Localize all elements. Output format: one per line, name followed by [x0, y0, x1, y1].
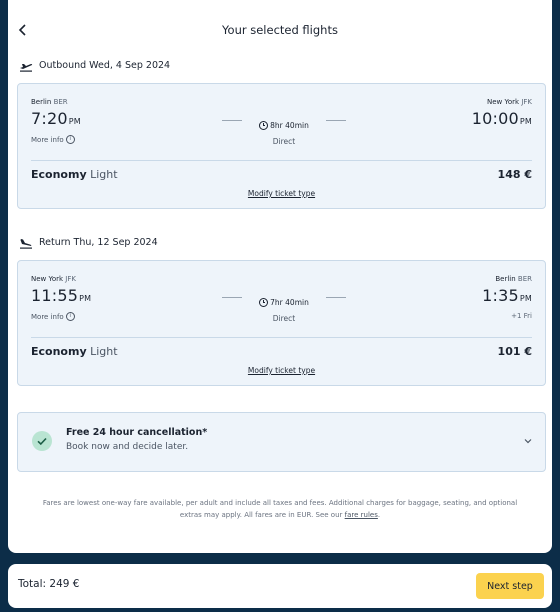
departure-time: 11:55PM	[31, 286, 92, 305]
header: Your selected flights	[8, 18, 552, 42]
duration-line-left	[222, 120, 242, 121]
total-price: Total: 249 €	[18, 578, 80, 590]
fare-price: 148 €	[497, 168, 532, 181]
next-step-button[interactable]: Next step	[476, 573, 544, 599]
duration-line-right	[326, 120, 346, 121]
plane-takeoff-icon	[19, 60, 33, 72]
duration-text: 7hr 40min	[270, 298, 309, 307]
cancellation-title: Free 24 hour cancellation*	[66, 427, 208, 438]
chevron-down-icon[interactable]	[521, 433, 535, 447]
arrival-time: 10:00PM	[471, 109, 532, 128]
outbound-label: Outbound Wed, 4 Sep 2024	[19, 58, 170, 74]
return-flight-card: New York JFK Berlin BER 11:55PM 1:35PM M…	[17, 260, 546, 386]
flight-duration: 7hr 40min Direct	[222, 292, 346, 323]
dest-city: Berlin BER	[495, 275, 532, 283]
return-label-text: Return Thu, 12 Sep 2024	[39, 237, 158, 248]
outbound-label-text: Outbound Wed, 4 Sep 2024	[39, 60, 171, 71]
cancellation-accordion[interactable]: Free 24 hour cancellation* Book now and …	[17, 412, 546, 472]
return-label: Return Thu, 12 Sep 2024	[19, 235, 158, 251]
dest-city: New York JFK	[487, 98, 532, 106]
modify-ticket-link[interactable]: Modify ticket type	[18, 366, 545, 375]
arrival-time: 1:35PM	[482, 286, 532, 305]
cancellation-subtitle: Book now and decide later.	[66, 442, 189, 452]
duration-text: 8hr 40min	[270, 121, 309, 130]
clock-icon	[259, 298, 269, 307]
more-info-link[interactable]: More info i	[31, 135, 75, 144]
fare-class: Economy Light	[31, 168, 118, 181]
divider	[31, 337, 532, 338]
page-title: Your selected flights	[222, 23, 338, 37]
plane-landing-icon	[19, 237, 33, 249]
departure-time: 7:20PM	[31, 109, 81, 128]
info-icon: i	[65, 135, 75, 144]
fare-class: Economy Light	[31, 345, 118, 358]
duration-line-right	[326, 297, 346, 298]
check-icon	[32, 431, 52, 451]
footer-bar: Total: 249 € Next step	[8, 564, 552, 608]
fare-rules-link[interactable]: fare rules	[345, 511, 378, 519]
stops-text: Direct	[272, 137, 296, 146]
flights-card: Your selected flights Outbound Wed, 4 Se…	[8, 0, 552, 553]
day-offset: +1 Fri	[511, 312, 532, 320]
origin-city: Berlin BER	[31, 98, 68, 106]
flight-duration: 8hr 40min Direct	[222, 115, 346, 146]
duration-line-left	[222, 297, 242, 298]
clock-icon	[259, 121, 269, 130]
fare-disclaimer: Fares are lowest one-way fare available,…	[42, 499, 518, 519]
more-info-link[interactable]: More info i	[31, 312, 75, 321]
info-icon: i	[65, 312, 75, 321]
divider	[31, 160, 532, 161]
outbound-flight-card: Berlin BER New York JFK 7:20PM 10:00PM M…	[17, 83, 546, 209]
modify-ticket-link[interactable]: Modify ticket type	[18, 189, 545, 198]
origin-city: New York JFK	[31, 275, 76, 283]
fare-price: 101 €	[497, 345, 532, 358]
stops-text: Direct	[272, 314, 296, 323]
